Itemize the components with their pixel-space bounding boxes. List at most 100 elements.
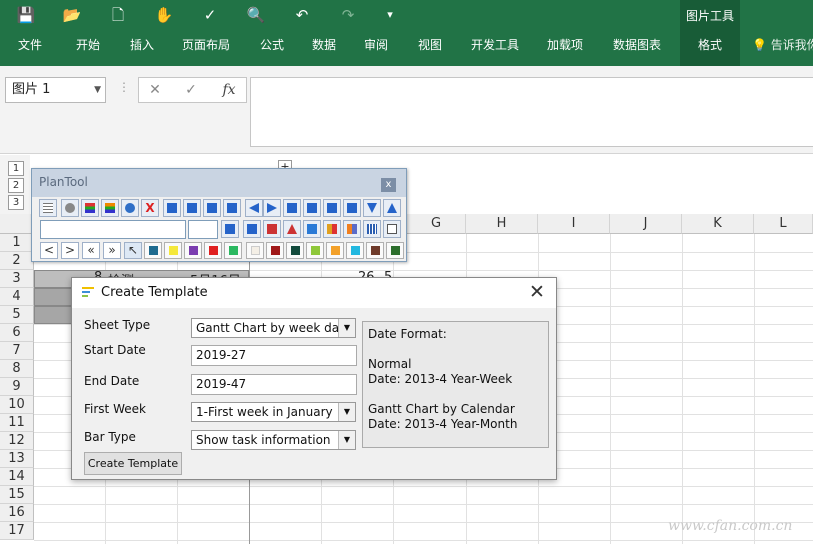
tab-page-layout[interactable]: 页面布局	[176, 32, 236, 66]
bar-type-select[interactable]: Show task information ▼	[191, 430, 356, 450]
dialog-titlebar[interactable]: Create Template ✕	[72, 278, 556, 308]
row-header-7[interactable]: 7	[0, 342, 34, 360]
column-header-l[interactable]: L	[754, 214, 813, 234]
tell-me-box[interactable]: 💡 告诉我你	[752, 32, 813, 58]
move-left-icon[interactable]	[203, 199, 221, 217]
nav-first-button[interactable]: «	[82, 242, 100, 259]
row-header-6[interactable]: 6	[0, 324, 34, 342]
plantool-small-field[interactable]	[188, 220, 218, 239]
color-swatch-orange[interactable]	[326, 242, 344, 259]
color-swatch-green[interactable]	[224, 242, 242, 259]
formula-input[interactable]	[250, 77, 813, 147]
undo-icon[interactable]: ↶	[290, 4, 314, 26]
tab-view[interactable]: 视图	[408, 32, 452, 66]
chevron-down-icon[interactable]: ▼	[338, 319, 355, 337]
new-file-icon[interactable]: 🗋	[106, 4, 130, 26]
plantool-titlebar[interactable]: PlanTool x	[32, 169, 406, 197]
move-bottom-icon[interactable]	[303, 199, 321, 217]
color-swatch-yellow[interactable]	[164, 242, 182, 259]
spelling-icon[interactable]: ✓	[198, 4, 222, 26]
nav-last-button[interactable]: »	[103, 242, 121, 259]
row-header-11[interactable]: 11	[0, 414, 34, 432]
row-header-1[interactable]: 1	[0, 234, 34, 252]
first-week-select[interactable]: 1-First week in January ▼	[191, 402, 356, 422]
arrow-left-icon[interactable]	[245, 199, 263, 217]
tab-file[interactable]: 文件	[8, 32, 52, 66]
first-arrow-icon[interactable]	[163, 199, 181, 217]
pointer-cursor-icon[interactable]: ↖	[124, 242, 142, 259]
tab-data-chart[interactable]: 数据图表	[608, 32, 666, 66]
blank-page-icon[interactable]	[383, 220, 401, 238]
color-swatch-purple[interactable]	[184, 242, 202, 259]
tab-formulas[interactable]: 公式	[250, 32, 294, 66]
outline-level-3-button[interactable]: 3	[8, 195, 24, 210]
delete-icon[interactable]: X	[141, 199, 159, 217]
row-header-14[interactable]: 14	[0, 468, 34, 486]
row-header-8[interactable]: 8	[0, 360, 34, 378]
row-header-15[interactable]: 15	[0, 486, 34, 504]
color-swatch-darkred[interactable]	[266, 242, 284, 259]
column-header-g[interactable]: G	[407, 214, 466, 234]
customize-qat-icon[interactable]: ▾	[378, 4, 402, 26]
tab-home[interactable]: 开始	[64, 32, 112, 66]
nav-prev-button[interactable]: <	[40, 242, 58, 259]
sheet-type-select[interactable]: Gantt Chart by week day ▼	[191, 318, 356, 338]
row-header-4[interactable]: 4	[0, 288, 34, 306]
arrow-down-icon[interactable]	[363, 199, 381, 217]
outline-level-1-button[interactable]: 1	[8, 161, 24, 176]
name-box[interactable]: 图片 1 ▼	[5, 77, 106, 103]
import-icon[interactable]	[263, 220, 281, 238]
tab-add-ins[interactable]: 加载项	[540, 32, 590, 66]
row-header-9[interactable]: 9	[0, 378, 34, 396]
splitter-dots-icon[interactable]: ⋮	[118, 80, 130, 94]
row-header-16[interactable]: 16	[0, 504, 34, 522]
nav-next-button[interactable]: >	[61, 242, 79, 259]
save-icon[interactable]: 💾	[14, 4, 38, 26]
move-right-icon[interactable]	[223, 199, 241, 217]
enter-formula-button[interactable]: ✓	[179, 81, 203, 99]
color-swatch-white[interactable]	[246, 242, 264, 259]
color-swatch-teal[interactable]	[144, 242, 162, 259]
calendar-icon[interactable]	[363, 220, 381, 238]
chevron-down-icon[interactable]: ▼	[338, 403, 355, 421]
start-date-input[interactable]: 2019-27	[191, 345, 357, 366]
color-swatch-cyan[interactable]	[346, 242, 364, 259]
color-fill-icon[interactable]	[323, 220, 341, 238]
arrow-right-icon[interactable]	[263, 199, 281, 217]
indent-up-icon[interactable]	[323, 199, 341, 217]
chevron-down-icon[interactable]: ▼	[94, 78, 101, 102]
color-swatch-brown[interactable]	[366, 242, 384, 259]
tab-insert[interactable]: 插入	[120, 32, 164, 66]
plantool-close-button[interactable]: x	[381, 178, 396, 192]
select-all-corner[interactable]	[0, 214, 34, 234]
arrow-up-icon[interactable]	[383, 199, 401, 217]
multicolor-bars-icon[interactable]	[81, 199, 99, 217]
indent-down-icon[interactable]	[343, 199, 361, 217]
row-header-3[interactable]: 3	[0, 270, 34, 288]
insert-function-button[interactable]: fx	[217, 81, 241, 99]
column-header-k[interactable]: K	[682, 214, 754, 234]
tab-format[interactable]: 格式	[680, 32, 740, 66]
move-top-icon[interactable]	[283, 199, 301, 217]
settings-icon[interactable]	[61, 199, 79, 217]
redo-icon[interactable]: ↷	[336, 4, 360, 26]
row-header-13[interactable]: 13	[0, 450, 34, 468]
color-lines-icon[interactable]	[101, 199, 119, 217]
download-icon[interactable]	[243, 220, 261, 238]
tab-developer[interactable]: 开发工具	[466, 32, 524, 66]
grid-icon[interactable]	[39, 199, 57, 217]
row-header-12[interactable]: 12	[0, 432, 34, 450]
close-button[interactable]: ✕	[526, 281, 548, 303]
color-swatch-lime[interactable]	[306, 242, 324, 259]
tab-data[interactable]: 数据	[302, 32, 346, 66]
color-swatch-red[interactable]	[204, 242, 222, 259]
refresh-globe-icon[interactable]	[121, 199, 139, 217]
row-header-5[interactable]: 5	[0, 306, 34, 324]
create-template-button[interactable]: Create Template	[84, 452, 182, 475]
color-swatch-darkgreen[interactable]	[386, 242, 404, 259]
outline-level-2-button[interactable]: 2	[8, 178, 24, 193]
row-header-17[interactable]: 17	[0, 522, 34, 540]
color-swatch-darkteal[interactable]	[286, 242, 304, 259]
touch-mode-icon[interactable]: ✋	[152, 4, 176, 26]
last-arrow-icon[interactable]	[183, 199, 201, 217]
